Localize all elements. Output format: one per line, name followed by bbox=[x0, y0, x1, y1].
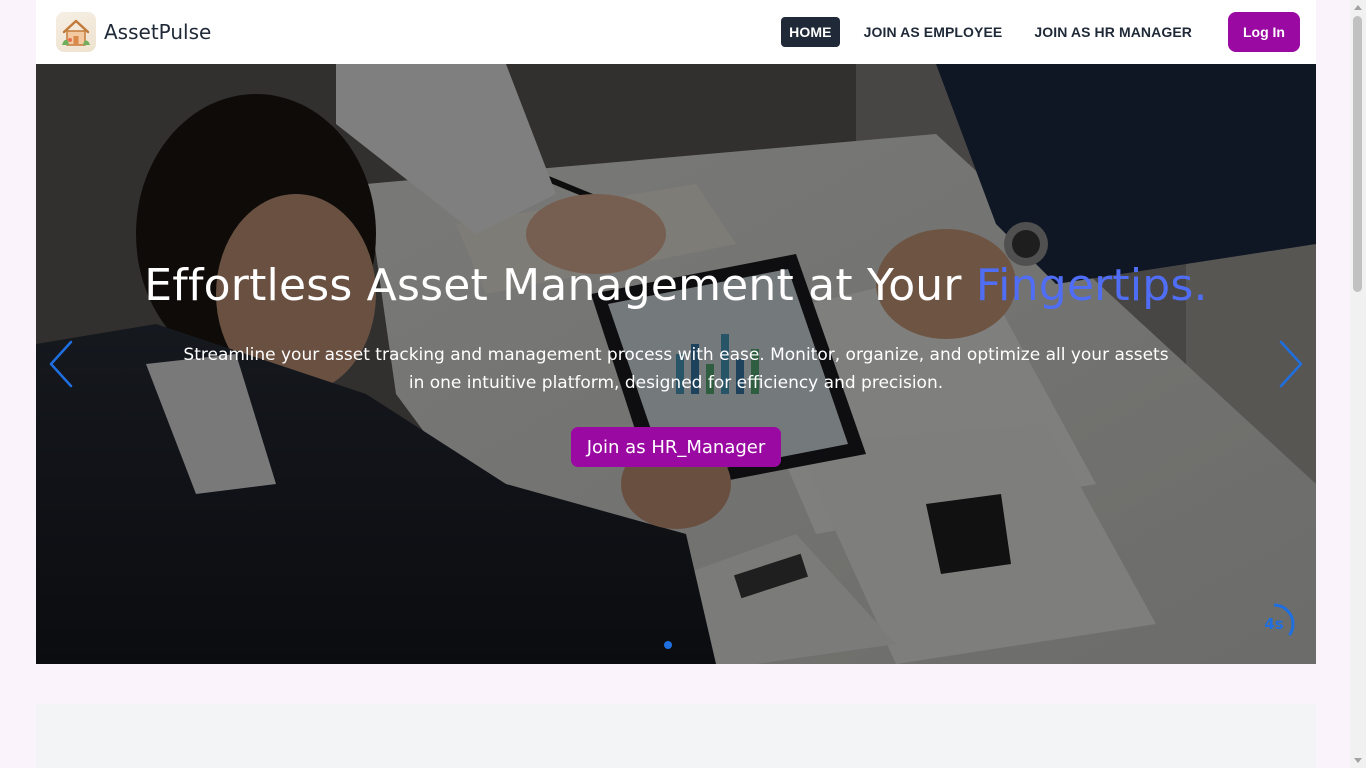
nav-home[interactable]: HOME bbox=[781, 17, 840, 47]
scroll-down-arrow-icon[interactable] bbox=[1354, 758, 1362, 763]
hero-content: Effortless Asset Management at Your Fing… bbox=[36, 260, 1316, 467]
carousel-next-button[interactable] bbox=[1276, 336, 1306, 392]
join-hr-manager-button[interactable]: Join as HR_Manager bbox=[570, 427, 782, 467]
carousel-pagination bbox=[664, 641, 672, 649]
navbar: AssetPulse HOME JOIN AS EMPLOYEE JOIN AS… bbox=[36, 0, 1316, 64]
page-scrollbar[interactable] bbox=[1350, 0, 1366, 768]
hero-carousel: Effortless Asset Management at Your Fing… bbox=[36, 64, 1316, 664]
nav-join-hr-manager[interactable]: JOIN AS HR MANAGER bbox=[1026, 17, 1200, 47]
next-section bbox=[36, 704, 1316, 768]
autoplay-countdown: 4s bbox=[1264, 615, 1284, 633]
pagination-dot[interactable] bbox=[664, 641, 672, 649]
hero-title-main: Effortless Asset Management at Your bbox=[144, 260, 962, 311]
login-button[interactable]: Log In bbox=[1228, 12, 1300, 52]
nav-join-employee[interactable]: JOIN AS EMPLOYEE bbox=[856, 17, 1011, 47]
carousel-prev-button[interactable] bbox=[46, 336, 76, 392]
house-logo-icon bbox=[56, 12, 96, 52]
hero-title: Effortless Asset Management at Your Fing… bbox=[36, 260, 1316, 311]
page: AssetPulse HOME JOIN AS EMPLOYEE JOIN AS… bbox=[0, 0, 1366, 768]
scrollbar-thumb[interactable] bbox=[1353, 16, 1362, 292]
hero-subtitle: Streamline your asset tracking and manag… bbox=[183, 345, 1169, 393]
nav-links: HOME JOIN AS EMPLOYEE JOIN AS HR MANAGER… bbox=[781, 12, 1300, 52]
scroll-up-arrow-icon[interactable] bbox=[1354, 5, 1362, 10]
brand[interactable]: AssetPulse bbox=[56, 12, 211, 52]
chevron-right-icon bbox=[1279, 340, 1303, 388]
autoplay-progress: 4s bbox=[1253, 602, 1298, 646]
hero-title-accent: Fingertips. bbox=[975, 260, 1208, 311]
brand-name: AssetPulse bbox=[104, 20, 212, 44]
chevron-left-icon bbox=[49, 340, 73, 388]
